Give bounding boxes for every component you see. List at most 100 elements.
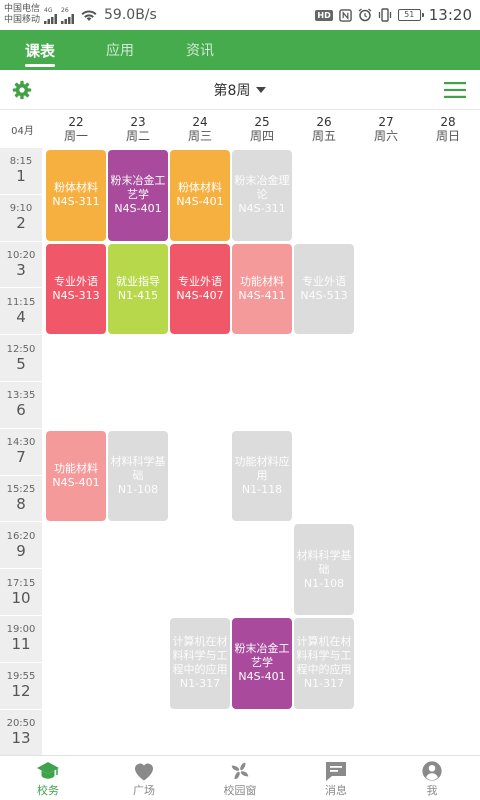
tab-label: 课表 bbox=[24, 41, 55, 60]
carrier-block: 中国电信 中国移动 bbox=[4, 4, 40, 26]
course-room: N1-317 bbox=[179, 677, 221, 691]
status-bar: 中国电信 中国移动 4G 26 59.0B/s HD 51 13:20 bbox=[0, 0, 480, 30]
nav-item-plaza[interactable]: 广场 bbox=[96, 756, 192, 800]
week-label: 第8周 bbox=[213, 83, 251, 99]
course-room: N4S-401 bbox=[52, 476, 100, 490]
course-card[interactable]: 功能材料应用 N1-118 bbox=[232, 430, 292, 522]
heart-icon bbox=[135, 763, 153, 781]
course-layer: 粉体材料 N4S-311 粉末冶金工艺学 N4S-401 粉体材料 N4S-401 粉末冶金… bbox=[0, 148, 480, 755]
course-card[interactable]: 功能材料 N4S-411 bbox=[232, 243, 292, 335]
nav-label: 校务 bbox=[37, 784, 59, 797]
tab-news[interactable]: 资讯 bbox=[160, 30, 240, 70]
course-name: 功能材料 bbox=[54, 462, 98, 476]
day-header: 04月 22 周一 23 周二 24 周三 25 周四 26 周五 27 周六 28 周日 bbox=[0, 110, 480, 148]
day-column-header: 22 周一 bbox=[45, 110, 107, 148]
course-room: N1-118 bbox=[241, 483, 283, 497]
course-room: N4S-311 bbox=[238, 202, 286, 216]
course-card[interactable]: 粉体材料 N4S-311 bbox=[46, 150, 106, 241]
network-badge: 26 bbox=[61, 6, 69, 14]
carrier-name: 中国电信 bbox=[4, 4, 41, 14]
course-card[interactable]: 就业指导 N1-415 bbox=[108, 243, 168, 335]
course-card[interactable]: 功能材料 N4S-401 bbox=[46, 430, 106, 522]
course-card[interactable]: 粉体材料 N4S-401 bbox=[170, 150, 230, 241]
signal-indicator: 26 bbox=[61, 7, 75, 24]
day-weekday: 周一 bbox=[63, 129, 88, 143]
course-room: N4S-311 bbox=[52, 195, 100, 209]
timetable-grid: 8:15 1 9:10 2 10:20 3 11:15 4 12:50 5 13:35 6 … bbox=[0, 148, 480, 755]
nav-item-messages[interactable]: 消息 bbox=[288, 756, 384, 800]
clock: 13:20 bbox=[428, 6, 472, 24]
tab-apps[interactable]: 应用 bbox=[80, 30, 160, 70]
course-name: 专业外语 bbox=[302, 274, 346, 288]
course-name: 材料科学基础 bbox=[110, 455, 166, 483]
top-tab-bar: 课表 应用 资讯 bbox=[0, 30, 480, 70]
course-room: N1-108 bbox=[303, 576, 345, 590]
signal-indicator: 4G bbox=[44, 7, 58, 24]
day-date: 24 bbox=[192, 115, 208, 129]
day-column-header: 25 周四 bbox=[231, 110, 293, 148]
course-card[interactable]: 专业外语 N4S-513 bbox=[294, 243, 354, 335]
course-name: 计算机在材料科学与工程中的应用 bbox=[296, 635, 352, 677]
nav-label: 广场 bbox=[133, 784, 155, 797]
course-card[interactable]: 材料科学基础 N1-108 bbox=[108, 430, 168, 522]
week-selector[interactable]: 第8周 bbox=[0, 70, 480, 110]
course-name: 粉体材料 bbox=[54, 181, 98, 195]
nav-label: 校园窗 bbox=[223, 784, 257, 797]
course-card[interactable]: 粉末冶金工艺学 N4S-401 bbox=[108, 150, 168, 241]
day-date: 26 bbox=[316, 115, 332, 129]
course-room: N4S-407 bbox=[176, 288, 224, 302]
day-weekday: 周三 bbox=[187, 129, 212, 143]
chat-icon bbox=[326, 762, 346, 781]
nav-item-campus-affairs[interactable]: 校务 bbox=[0, 756, 96, 800]
nav-label: 我 bbox=[426, 784, 438, 797]
hamburger-icon[interactable] bbox=[444, 82, 466, 98]
course-room: N4S-401 bbox=[114, 202, 162, 216]
course-room: N4S-313 bbox=[52, 288, 100, 302]
day-weekday: 周五 bbox=[311, 129, 336, 143]
course-card[interactable]: 计算机在材料科学与工程中的应用 N1-317 bbox=[294, 618, 354, 709]
tab-timetable[interactable]: 课表 bbox=[0, 30, 80, 70]
week-bar: 第8周 bbox=[0, 70, 480, 110]
course-room: N1-415 bbox=[117, 288, 159, 302]
course-name: 粉体材料 bbox=[178, 181, 222, 195]
tab-label: 资讯 bbox=[186, 43, 214, 59]
course-card[interactable]: 计算机在材料科学与工程中的应用 N1-317 bbox=[170, 618, 230, 709]
day-weekday: 周四 bbox=[249, 129, 274, 143]
day-column-header: 26 周五 bbox=[293, 110, 355, 148]
person-icon bbox=[422, 761, 442, 781]
course-name: 材料科学基础 bbox=[296, 548, 352, 576]
course-name: 粉末冶金工艺学 bbox=[110, 174, 166, 202]
day-column-header: 27 周六 bbox=[355, 110, 417, 148]
carrier-name: 中国移动 bbox=[4, 15, 41, 25]
day-column-header: 28 周日 bbox=[417, 110, 479, 148]
nav-item-campus-window[interactable]: 校园窗 bbox=[192, 756, 288, 800]
battery-level: 51 bbox=[404, 10, 415, 19]
course-card[interactable]: 材料科学基础 N1-108 bbox=[294, 524, 354, 615]
month-label: 04月 bbox=[11, 125, 34, 137]
tab-label: 应用 bbox=[106, 43, 134, 59]
day-weekday: 周六 bbox=[373, 129, 398, 143]
network-speed: 59.0B/s bbox=[104, 7, 157, 23]
day-date: 27 bbox=[378, 115, 394, 129]
course-card[interactable]: 粉末冶金理论 N4S-311 bbox=[232, 150, 292, 241]
course-card[interactable]: 专业外语 N4S-407 bbox=[170, 243, 230, 335]
day-date: 28 bbox=[440, 115, 456, 129]
nav-label: 消息 bbox=[325, 784, 347, 797]
day-date: 23 bbox=[130, 115, 146, 129]
nav-item-me[interactable]: 我 bbox=[384, 756, 480, 800]
course-name: 专业外语 bbox=[54, 274, 98, 288]
course-name: 就业指导 bbox=[116, 274, 160, 288]
nfc-icon bbox=[338, 8, 352, 22]
network-badge: 4G bbox=[44, 6, 53, 14]
day-date: 25 bbox=[254, 115, 270, 129]
wifi-icon bbox=[81, 10, 97, 21]
course-card[interactable]: 专业外语 N4S-313 bbox=[46, 243, 106, 335]
hd-badge: HD bbox=[315, 9, 333, 21]
status-left: 中国电信 中国移动 4G 26 59.0B/s bbox=[4, 4, 157, 26]
day-weekday: 周日 bbox=[435, 129, 460, 143]
signal-bars-icon bbox=[44, 13, 58, 24]
course-card[interactable]: 粉末冶金工艺学 N4S-401 bbox=[232, 618, 292, 709]
day-date: 22 bbox=[68, 115, 84, 129]
course-name: 粉末冶金工艺学 bbox=[234, 642, 290, 670]
alarm-icon bbox=[358, 8, 372, 22]
